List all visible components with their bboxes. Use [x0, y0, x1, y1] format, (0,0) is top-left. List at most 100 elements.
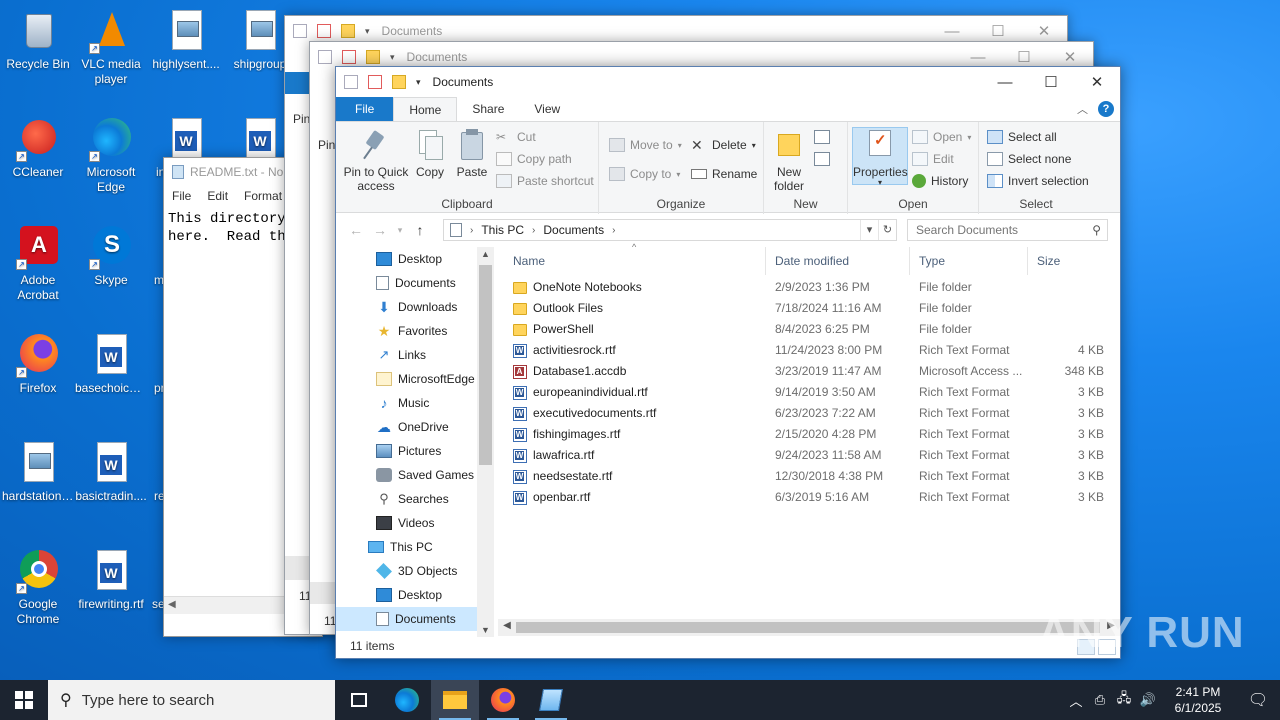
nav-item-videos[interactable]: Videos: [336, 511, 478, 535]
invert-selection-button[interactable]: Invert selection: [987, 174, 1089, 188]
desktop-icon-firewriting[interactable]: W firewriting.rtf: [73, 550, 149, 612]
qa-dropdown-icon[interactable]: ▾: [390, 52, 395, 63]
easy-access-icon[interactable]: [814, 152, 830, 166]
desktop-icon-basechoice[interactable]: W basechoice....: [73, 334, 149, 396]
paste-shortcut-button[interactable]: Paste shortcut: [496, 174, 594, 188]
column-header-date-modified[interactable]: Date modified: [766, 247, 910, 275]
file-row[interactable]: lawafrica.rtf 9/24/2023 11:58 AM Rich Text…: [504, 445, 1104, 466]
qa-dropdown-icon[interactable]: ▾: [416, 77, 421, 88]
file-row[interactable]: executivedocuments.rtf 6/23/2023 7:22 AM R…: [504, 403, 1104, 424]
history-button[interactable]: History: [912, 174, 968, 188]
desktop-icon-skype[interactable]: S ↗ Skype: [73, 226, 149, 288]
close-button[interactable]: ✕: [1074, 67, 1120, 97]
column-header-type[interactable]: Type: [910, 247, 1028, 275]
network-drive-icon[interactable]: ⎙: [1088, 692, 1112, 708]
nav-item-links[interactable]: ↗ Links: [336, 343, 478, 367]
chevron-right-icon[interactable]: ›: [470, 225, 473, 236]
delete-button[interactable]: ✕ Delete ▾: [691, 138, 756, 152]
nav-item-onedrive[interactable]: ☁ OneDrive: [336, 415, 478, 439]
desktop-icon-google-chrome[interactable]: ↗ Google Chrome: [0, 550, 76, 627]
navigation-pane-scrollbar[interactable]: ▲ ▼: [477, 247, 494, 637]
up-arrow-icon[interactable]: ↑: [408, 222, 432, 238]
chevron-right-icon[interactable]: ›: [612, 225, 615, 236]
explorer-window[interactable]: ▾ Documents — ☐ ✕ File Home Share View ︿…: [335, 66, 1121, 659]
breadcrumb-documents[interactable]: Documents: [543, 223, 604, 237]
pin-to-quick-access-button[interactable]: Pin to Quick access: [342, 128, 410, 193]
file-row[interactable]: activitiesrock.rtf 11/24/2023 8:00 PM Rich…: [504, 340, 1104, 361]
notepad-menu-edit[interactable]: Edit: [207, 189, 228, 203]
folder-qa-icon[interactable]: [392, 75, 406, 89]
notepad-menu-format[interactable]: Format: [244, 189, 282, 203]
file-row[interactable]: Outlook Files 7/18/2024 11:16 AM File fold…: [504, 298, 1104, 319]
start-button[interactable]: [0, 680, 48, 720]
collapse-ribbon-icon[interactable]: ︿: [1077, 101, 1088, 117]
desktop-icon-microsoft-edge[interactable]: ↗ Microsoft Edge: [73, 118, 149, 195]
taskbar-search[interactable]: ⚲ Type here to search: [48, 680, 335, 720]
forward-arrow-icon[interactable]: →: [368, 222, 392, 238]
folder-qa-icon[interactable]: [366, 50, 380, 64]
file-tab[interactable]: [285, 72, 311, 94]
taskbar-file-explorer-button[interactable]: [431, 680, 479, 720]
breadcrumb-this-pc[interactable]: This PC: [481, 223, 524, 237]
properties-qa-icon[interactable]: [293, 24, 307, 38]
desktop-icon-adobe-acrobat[interactable]: A ↗ Adobe Acrobat: [0, 226, 76, 303]
nav-item-searches[interactable]: ⚲ Searches: [336, 487, 478, 511]
search-input[interactable]: [916, 223, 1084, 237]
taskbar-notepad-button[interactable]: [527, 680, 575, 720]
desktop-icon-hardstation[interactable]: hardstation....: [0, 442, 76, 504]
checkmark-qa-icon[interactable]: [368, 75, 382, 89]
nav-item-microsoftedge[interactable]: MicrosoftEdge: [336, 367, 478, 391]
copy-button[interactable]: Copy: [412, 128, 448, 179]
nav-item-3d-objects[interactable]: 3D Objects: [336, 559, 478, 583]
nav-item-this-pc[interactable]: This PC: [336, 535, 478, 559]
desktop-icon-recycle-bin[interactable]: Recycle Bin: [0, 10, 76, 72]
qa-dropdown-icon[interactable]: ▾: [365, 26, 370, 37]
properties-qa-icon[interactable]: [318, 50, 332, 64]
refresh-icon[interactable]: ↻: [878, 220, 896, 240]
new-item-icon[interactable]: [814, 130, 830, 144]
back-arrow-icon[interactable]: ←: [344, 222, 368, 238]
help-icon[interactable]: ?: [1098, 101, 1114, 117]
nav-item-documents-pc[interactable]: Documents: [336, 607, 478, 631]
chevron-right-icon[interactable]: ›: [532, 225, 535, 236]
taskbar-edge-button[interactable]: [383, 680, 431, 720]
file-row[interactable]: OneNote Notebooks 2/9/2023 1:36 PM File fo…: [504, 277, 1104, 298]
file-row[interactable]: fishingimages.rtf 2/15/2020 4:28 PM Rich T…: [504, 424, 1104, 445]
search-box[interactable]: ⚲: [907, 219, 1108, 241]
notepad-menu-file[interactable]: File: [172, 189, 191, 203]
nav-item-documents[interactable]: Documents: [336, 271, 478, 295]
tab-file[interactable]: File: [336, 97, 394, 121]
desktop-icon-firefox[interactable]: ↗ Firefox: [0, 334, 76, 396]
new-folder-button[interactable]: New folder: [768, 128, 810, 193]
clock[interactable]: 2:41 PM 6/1/2025: [1160, 684, 1236, 716]
tab-share[interactable]: Share: [457, 97, 519, 121]
network-icon[interactable]: 🖧: [1112, 689, 1136, 711]
properties-qa-icon[interactable]: [344, 75, 358, 89]
file-row[interactable]: openbar.rtf 6/3/2019 5:16 AM Rich Text For…: [504, 487, 1104, 508]
copy-path-button[interactable]: Copy path: [496, 152, 572, 166]
scroll-left-icon[interactable]: ◀: [499, 620, 515, 631]
paste-button[interactable]: Paste: [452, 128, 492, 179]
address-dropdown-icon[interactable]: ▾: [860, 220, 878, 240]
checkmark-qa-icon[interactable]: [317, 24, 331, 38]
nav-item-pictures[interactable]: Pictures: [336, 439, 478, 463]
search-icon[interactable]: ⚲: [1092, 223, 1101, 237]
address-bar[interactable]: › This PC › Documents › ▾ ↻: [443, 219, 897, 241]
desktop-icon-vlc[interactable]: ↗ VLC media player: [73, 10, 149, 87]
nav-item-downloads[interactable]: ⬇ Downloads: [336, 295, 478, 319]
nav-item-favorites[interactable]: ★ Favorites: [336, 319, 478, 343]
chevron-up-icon[interactable]: ︿: [1064, 691, 1088, 710]
open-button[interactable]: Open ▾: [912, 130, 971, 144]
recent-locations-icon[interactable]: ▾: [392, 225, 408, 236]
edit-button[interactable]: Edit: [912, 152, 954, 166]
nav-item-desktop[interactable]: Desktop: [336, 247, 478, 271]
volume-icon[interactable]: 🔊: [1136, 692, 1160, 708]
desktop-icon-highlysent[interactable]: highlysent....: [148, 10, 224, 72]
copy-to-button[interactable]: Copy to ▾: [609, 167, 680, 181]
taskbar-firefox-button[interactable]: [479, 680, 527, 720]
scrollbar-thumb[interactable]: [516, 622, 1100, 633]
properties-button[interactable]: ✓ Properties ▾: [852, 127, 908, 187]
tab-home[interactable]: Home: [393, 97, 458, 121]
file-row[interactable]: PowerShell 8/4/2023 6:25 PM File folder: [504, 319, 1104, 340]
folder-qa-icon[interactable]: [341, 24, 355, 38]
